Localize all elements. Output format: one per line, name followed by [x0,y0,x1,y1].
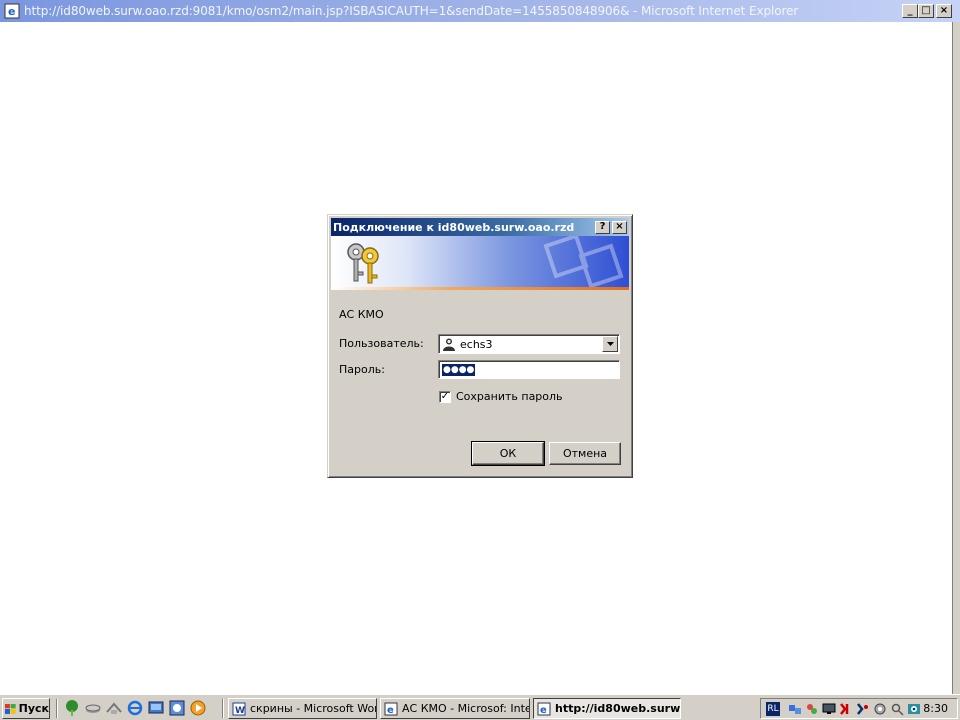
user-icon [443,338,455,351]
internet-explorer-icon: e [4,3,20,19]
help-button[interactable]: ? [595,220,610,234]
password-input[interactable]: ●●●● [438,360,620,379]
banner-decoration-icon [543,236,624,289]
eye-tray-icon[interactable] [907,702,921,716]
username-value: echs3 [460,337,493,351]
svg-text:e: e [387,705,394,716]
taskbar-separator [222,699,224,718]
network-tray-icon[interactable] [788,702,802,716]
application-name: АС КМО [339,308,384,321]
tree-icon[interactable] [64,700,80,716]
dialog-banner [331,236,629,290]
browser-icon[interactable] [169,700,185,716]
tools-tray-icon[interactable] [805,702,819,716]
dialog-title: Подключение к id80web.surw.oao.rzd [333,220,575,234]
keys-icon [347,243,379,284]
system-tray: RL 8:30 [760,698,958,719]
start-button[interactable]: Пуск [2,698,50,719]
quick-launch-bar [64,700,206,716]
password-value: ●●●● [442,363,476,376]
task-button-ie-2[interactable]: e http://id80web.surw.... [533,698,681,719]
start-label: Пуск [18,702,49,715]
taskbar: Пуск W скрины - Microsoft Word e АС КМО … [0,694,960,720]
search-tray-icon[interactable] [890,702,904,716]
internet-explorer-icon[interactable] [127,700,143,716]
media-player-icon[interactable] [190,700,206,716]
svg-text:e: e [8,5,15,18]
taskbar-separator [56,699,58,718]
svg-text:e: e [540,705,547,716]
chevron-down-icon [606,342,614,346]
language-indicator[interactable]: RL [766,701,780,716]
internet-explorer-icon: e [537,702,551,716]
minimize-button[interactable]: _ [902,4,918,18]
maximize-button[interactable]: □ [918,4,934,18]
remember-password-label[interactable]: Сохранить пароль [456,390,563,403]
task-button-word[interactable]: W скрины - Microsoft Word [228,698,377,719]
task-label: http://id80web.surw.... [555,702,680,715]
settings-tray-icon[interactable] [873,702,887,716]
clock[interactable]: 8:30 [923,702,948,715]
tray-icons [788,702,921,716]
ok-button[interactable]: ОК [471,441,545,466]
remember-password-row[interactable]: ✓ Сохранить пароль [439,390,563,403]
internet-explorer-icon: e [384,702,398,716]
remember-password-checkbox[interactable]: ✓ [439,390,451,403]
banner-accent-line [331,287,629,290]
username-combobox[interactable]: echs3 [438,334,620,354]
task-label: АС КМО - Microsof: Inte... [402,702,530,715]
main-window-title: http://id80web.surw.oao.rzd:9081/kmo/osm… [24,4,799,18]
main-window-titlebar[interactable]: e http://id80web.surw.oao.rzd:9081/kmo/o… [0,0,960,22]
windows-logo-icon [5,703,16,714]
task-label: скрины - Microsoft Word [250,702,377,715]
disk-icon[interactable] [85,700,101,716]
window-frame-right [952,22,960,694]
word-document-icon: W [232,702,246,716]
network-icon[interactable] [106,700,122,716]
svg-text:W: W [235,706,245,716]
security-tray-icon[interactable] [856,702,870,716]
monitor-tray-icon[interactable] [822,702,836,716]
show-desktop-icon[interactable] [148,700,164,716]
cancel-button[interactable]: Отмена [549,442,621,465]
task-button-ie-1[interactable]: e АС КМО - Microsof: Inte... [380,698,530,719]
username-dropdown-button[interactable] [602,336,618,352]
password-label: Пароль: [339,363,385,376]
close-button[interactable]: × [936,4,952,18]
username-label: Пользователь: [339,337,424,350]
dialog-titlebar[interactable]: Подключение к id80web.surw.oao.rzd ? × [331,218,629,236]
antivirus-tray-icon[interactable] [839,702,853,716]
dialog-close-button[interactable]: × [612,220,627,234]
